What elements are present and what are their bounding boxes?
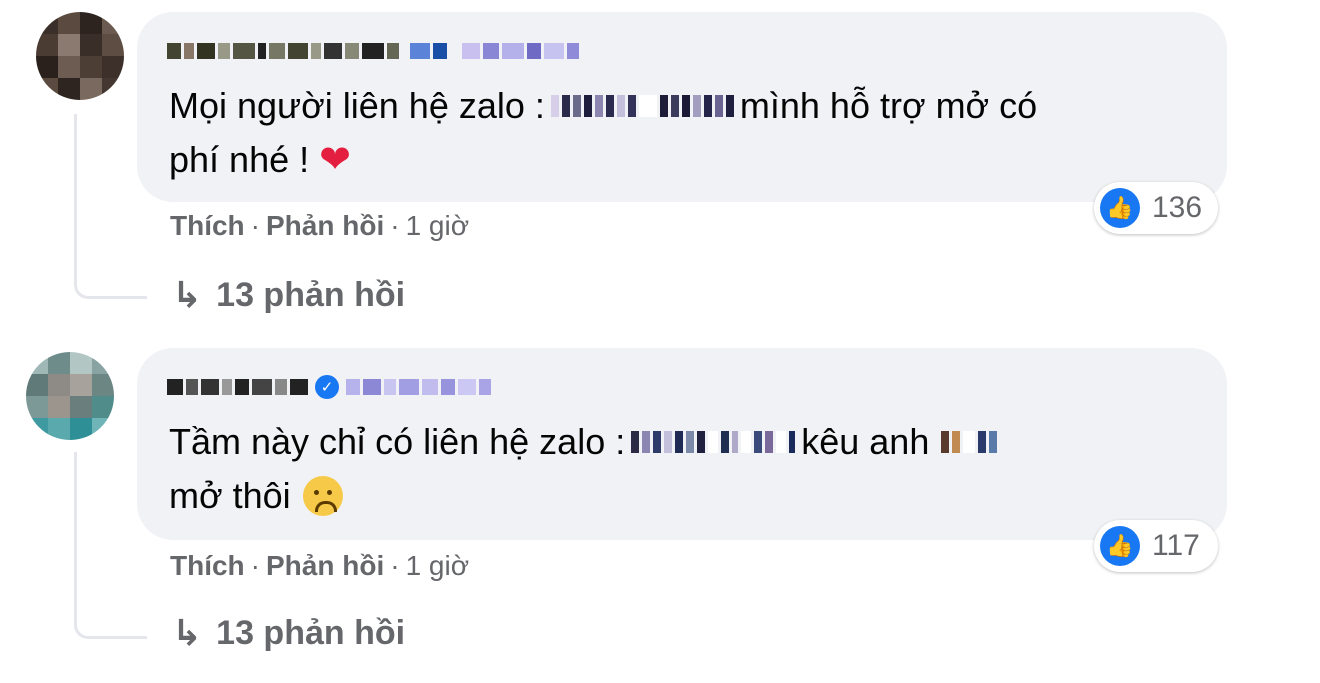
reaction-summary[interactable]: 👍 117 — [1094, 520, 1218, 572]
blurred-phone-number — [550, 95, 734, 117]
comment-text-part: Mọi người liên hệ zalo : — [169, 85, 545, 126]
like-action[interactable]: Thích — [170, 550, 245, 582]
separator-dot: · — [250, 210, 260, 241]
separator-dot: · — [250, 550, 260, 581]
comment-bubble: Mọi người liên hệ zalo : mình hỗ trợ mở … — [137, 12, 1227, 202]
view-replies-link[interactable]: ↳ 13 phản hồi — [172, 612, 405, 654]
verified-badge-icon: ✓ — [315, 375, 339, 399]
view-replies-link[interactable]: ↳ 13 phản hồi — [172, 274, 405, 316]
reply-action[interactable]: Phản hồi — [266, 550, 384, 582]
timestamp[interactable]: 1 giờ — [406, 210, 470, 242]
reply-arrow-icon: ↳ — [172, 612, 203, 653]
comment-text-part: mình hỗ trợ mở có — [739, 85, 1038, 126]
comment-actions: Thích · Phản hồi · 1 giờ — [170, 550, 469, 582]
comment-text-part: kêu anh — [801, 421, 930, 462]
sad-face-emoji-icon — [302, 476, 343, 516]
separator-dot: · — [390, 210, 400, 241]
blurred-phone-number — [631, 431, 796, 453]
timestamp[interactable]: 1 giờ — [406, 550, 470, 582]
comment-actions: Thích · Phản hồi · 1 giờ — [170, 210, 469, 242]
reaction-count: 117 — [1152, 529, 1200, 562]
reaction-count: 136 — [1152, 191, 1203, 224]
commenter-name-blurred[interactable] — [167, 38, 579, 64]
comment-text-line-1: Tầm này chỉ có liên hệ zalo : kêu anh — [169, 420, 1003, 464]
replies-count-label: 13 phản hồi — [216, 613, 406, 652]
comment-text-line-1: Mọi người liên hệ zalo : mình hỗ trợ mở … — [169, 84, 1037, 128]
comment-text-part: mở thôi — [169, 475, 291, 516]
thumbs-up-icon: 👍 — [1100, 526, 1140, 566]
avatar[interactable] — [26, 352, 114, 440]
comment-bubble: ✓ Tầm này chỉ có liên hệ zalo : kêu anh … — [137, 348, 1227, 540]
blurred-name — [941, 431, 998, 453]
reply-action[interactable]: Phản hồi — [266, 210, 384, 242]
comment-text-line-2: phí nhé ! ❤ — [169, 138, 351, 182]
like-action[interactable]: Thích — [170, 210, 245, 242]
replies-count-label: 13 phản hồi — [216, 275, 406, 314]
thumbs-up-icon: 👍 — [1100, 188, 1140, 228]
comment-text-part: phí nhé ! — [169, 139, 310, 180]
commenter-name-blurred[interactable]: ✓ — [167, 374, 491, 400]
comment-text-part: Tầm này chỉ có liên hệ zalo : — [169, 421, 626, 462]
heart-emoji-icon: ❤ — [319, 139, 351, 181]
reaction-summary[interactable]: 👍 136 — [1094, 182, 1218, 234]
comment-text-line-2: mở thôi — [169, 474, 343, 518]
avatar[interactable] — [36, 12, 124, 100]
reply-arrow-icon: ↳ — [172, 274, 203, 315]
separator-dot: · — [390, 550, 400, 581]
